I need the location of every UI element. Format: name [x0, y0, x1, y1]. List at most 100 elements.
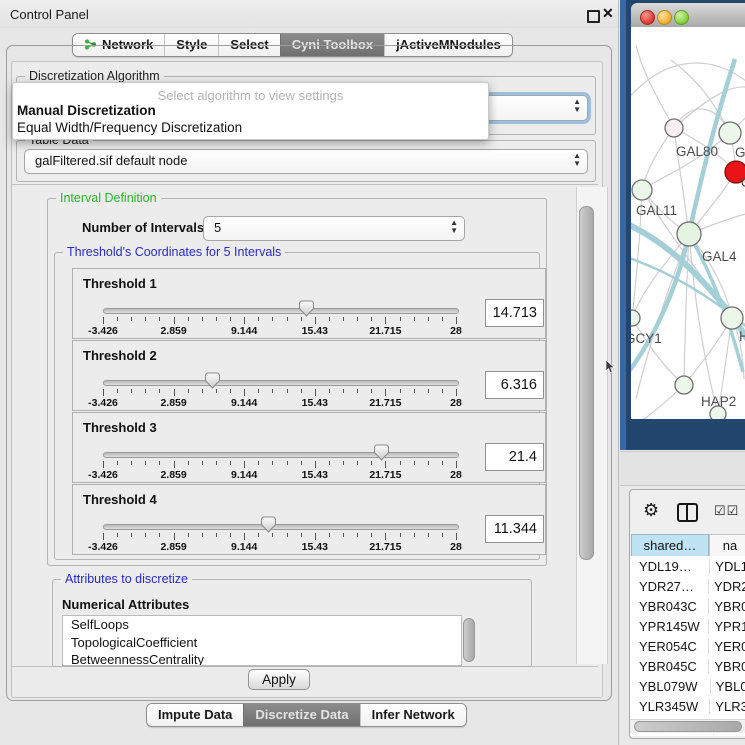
attribute-list-item[interactable]: TopologicalCoefficient	[63, 634, 461, 652]
table-row[interactable]: YPR145WYPR1	[630, 616, 745, 636]
slider-tick-label: 2.859	[160, 325, 186, 337]
slider-tick-major	[385, 317, 386, 324]
table-row[interactable]: YBL079WYBL0	[630, 676, 745, 696]
table-data-combobox[interactable]: galFiltered.sif default node ▲▼	[24, 149, 588, 174]
table-row[interactable]: YBR045CYBR0	[630, 656, 745, 676]
close-window-icon[interactable]	[640, 10, 655, 25]
slider-tick-minor	[216, 389, 217, 393]
minimize-window-icon[interactable]	[657, 10, 672, 25]
threshold-row-1: Threshold 1-3.4262.8599.14415.4321.71528…	[72, 268, 546, 339]
cell-name: YBR0	[709, 659, 745, 674]
slider-tick-minor	[414, 533, 415, 537]
slider-tick-label: -3.426	[88, 397, 118, 409]
network-node-gal11[interactable]	[632, 180, 652, 200]
cell-shared-name: YPR145W	[630, 619, 709, 634]
number-of-intervals-combobox[interactable]: 5 ▲▼	[203, 216, 465, 241]
slider-tick-minor	[216, 461, 217, 465]
panel-scrollbar-thumb[interactable]	[579, 206, 594, 560]
slider-thumb[interactable]	[260, 516, 277, 533]
table-header-shared[interactable]: shared…	[631, 534, 709, 557]
cell-shared-name: YDR27…	[630, 579, 709, 594]
settings-scrollpane: Interval Definition Number of Intervals …	[12, 184, 598, 667]
slider-tick-minor	[272, 533, 273, 537]
slider-tick-minor	[145, 461, 146, 465]
tab-discretize-data[interactable]: Discretize Data	[243, 704, 359, 726]
slider-thumb[interactable]	[373, 444, 390, 461]
slider-tick-minor	[216, 533, 217, 537]
slider-tick-minor	[188, 461, 189, 465]
tab-impute-data[interactable]: Impute Data	[147, 704, 243, 726]
attribute-list-item[interactable]: SelfLoops	[63, 616, 461, 634]
zoom-window-icon[interactable]	[674, 10, 689, 25]
slider-tick-minor	[159, 389, 160, 393]
slider-tick-label: 21.715	[369, 325, 401, 337]
close-icon[interactable]: ✕	[602, 5, 614, 22]
gear-icon[interactable]: ⚙	[643, 500, 659, 521]
slider-track[interactable]	[103, 308, 459, 314]
tab-infer-network[interactable]: Infer Network	[360, 704, 466, 726]
threshold-value-field[interactable]: 11.344	[485, 515, 544, 543]
slider-tick-major	[103, 389, 104, 396]
attribute-list-item[interactable]: BetweennessCentrality	[63, 651, 461, 666]
cell-name: YDR2	[709, 579, 745, 594]
network-canvas[interactable]: GAL80GACGAL11GAL4GCY1HHAP2	[631, 27, 745, 419]
threshold-value-field[interactable]: 21.4	[485, 443, 544, 471]
slider-track[interactable]	[103, 380, 459, 386]
table-row[interactable]: YER054CYER0	[630, 636, 745, 656]
table-header-name[interactable]: na	[709, 534, 745, 557]
slider-tick-label: 9.144	[231, 397, 257, 409]
slider-tick-minor	[202, 533, 203, 537]
network-node-ga[interactable]	[719, 122, 741, 144]
slider-tick-label: 15.43	[302, 397, 328, 409]
slider-thumb[interactable]	[204, 372, 221, 389]
slider-tick-major	[244, 317, 245, 324]
network-node-hap2[interactable]	[675, 376, 693, 394]
slider-tick-minor	[343, 389, 344, 393]
algorithm-dropdown-popup: Select algorithm to view settings Manual…	[12, 82, 489, 140]
table-hscrollbar-thumb[interactable]	[634, 721, 742, 732]
table-row[interactable]: YLR345WYLR3	[630, 696, 745, 716]
columns-icon[interactable]	[677, 503, 698, 522]
slider-tick-minor	[202, 461, 203, 465]
slider-tick-minor	[428, 317, 429, 321]
network-node-gal80[interactable]	[665, 119, 683, 137]
slider-tick-label: -3.426	[88, 469, 118, 481]
slider-track[interactable]	[103, 452, 459, 458]
slider-tick-major	[315, 461, 316, 468]
table-row[interactable]: YDR27…YDR2	[630, 576, 745, 596]
slider-tick-minor	[371, 389, 372, 393]
interval-definition-label: Interval Definition	[56, 191, 161, 205]
threshold-value-field[interactable]: 14.713	[485, 299, 544, 327]
slider-thumb[interactable]	[298, 300, 315, 317]
network-node-h[interactable]	[721, 307, 743, 329]
slider-tick-major	[315, 317, 316, 324]
slider-tick-label: 21.715	[369, 541, 401, 553]
thresholds-group-label: Threshold's Coordinates for 5 Intervals	[63, 245, 285, 259]
slider-tick-minor	[230, 389, 231, 393]
slider-tick-minor	[131, 317, 132, 321]
slider-tick-minor	[371, 317, 372, 321]
threshold-value-field[interactable]: 6.316	[485, 371, 544, 399]
slider-tick-minor	[357, 317, 358, 321]
slider-tick-minor	[371, 461, 372, 465]
slider-tick-major	[174, 461, 175, 468]
attributes-list-scrollbar[interactable]	[463, 618, 475, 662]
slider-tick-minor	[414, 389, 415, 393]
select-columns-icon[interactable]: ☑☑	[714, 503, 739, 519]
number-of-intervals-label: Number of Intervals	[82, 220, 204, 235]
slider-track[interactable]	[103, 524, 459, 530]
popup-item-equal-width-frequency[interactable]: Equal Width/Frequency Discretization	[17, 120, 242, 135]
table-row[interactable]: YDL19…YDL1	[630, 556, 745, 576]
float-window-icon[interactable]	[587, 10, 600, 23]
network-node-gal4[interactable]	[677, 222, 701, 246]
slider-tick-label: 9.144	[231, 541, 257, 553]
slider-tick-minor	[272, 461, 273, 465]
apply-button[interactable]: Apply	[248, 669, 310, 690]
network-node-gcy1[interactable]	[631, 310, 640, 326]
table-row[interactable]: YBR043CYBR0	[630, 596, 745, 616]
numerical-attributes-list[interactable]: SelfLoopsTopologicalCoefficientBetweenne…	[62, 615, 462, 666]
slider-tick-minor	[301, 317, 302, 321]
numerical-attributes-label: Numerical Attributes	[62, 597, 189, 612]
slider-tick-major	[103, 533, 104, 540]
popup-item-manual-discretization[interactable]: Manual Discretization	[17, 103, 156, 118]
